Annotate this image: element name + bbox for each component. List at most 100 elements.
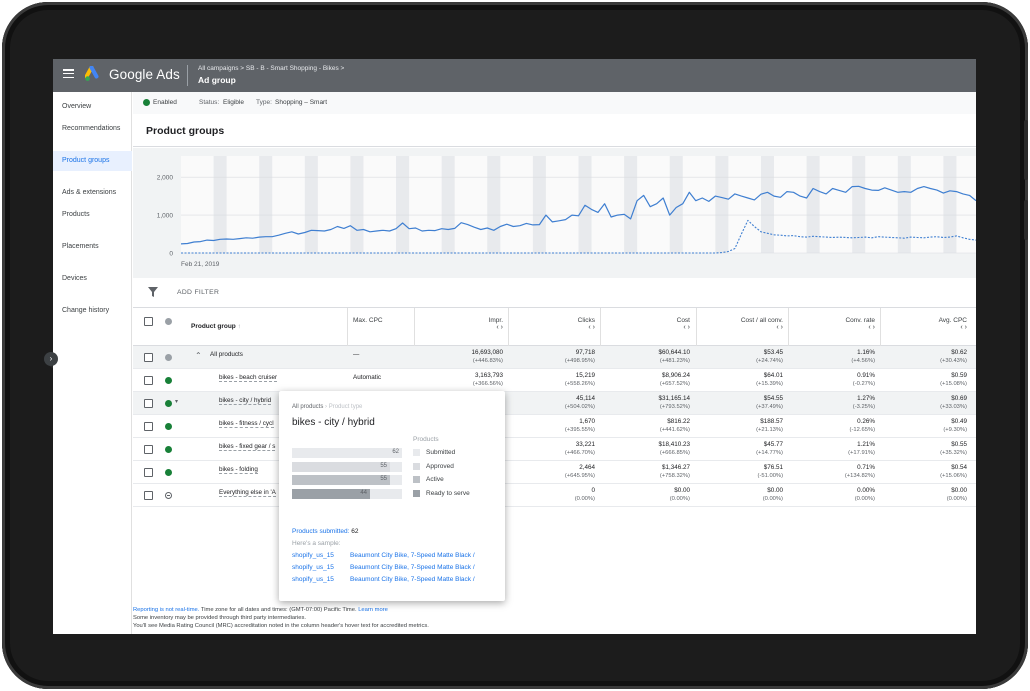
row-checkbox[interactable]: [144, 376, 153, 385]
column-product-group[interactable]: Product group ↑: [191, 323, 241, 330]
select-all-checkbox[interactable]: [144, 317, 153, 326]
row-name[interactable]: All products: [210, 351, 243, 358]
row-avgcpc: $0.59 (+15.08%): [940, 372, 967, 388]
column-clicks[interactable]: Clicks ‹ ›: [509, 317, 595, 331]
row-max-cpc[interactable]: —: [353, 351, 359, 358]
sample-product-title[interactable]: Beaumont City Bike, 7-Speed Matte Black …: [350, 576, 475, 583]
weekend-band: [806, 156, 820, 253]
row-name[interactable]: bikes - beach cruiser: [219, 374, 278, 382]
row-impr-value: 16,693,080: [471, 349, 503, 356]
status-state[interactable]: Enabled: [153, 99, 177, 106]
sidebar-item-ads-extensions[interactable]: Ads & extensions: [53, 183, 132, 203]
learn-more-link[interactable]: Learn more: [357, 607, 388, 613]
popup-breadcrumb-root[interactable]: All products: [292, 404, 323, 410]
sample-product-id[interactable]: shopify_us_15: [292, 576, 334, 583]
sidebar-item-change-history[interactable]: Change history: [53, 301, 132, 321]
sample-product-title[interactable]: Beaumont City Bike, 7-Speed Matte Black …: [350, 564, 475, 571]
excluded-bar: [167, 495, 170, 496]
table-row[interactable]: bikes - fixed gear / s 33,221 (+466.70%) $1…: [133, 438, 976, 461]
sidebar-item-recommendations[interactable]: Recommendations: [53, 119, 132, 139]
filter-icon[interactable]: [148, 287, 158, 297]
row-cost: $1,346.27 (+758.32%): [660, 464, 690, 480]
row-checkbox[interactable]: [144, 491, 153, 500]
row-cost-value: $31,165.14: [658, 395, 690, 402]
submitted-label[interactable]: Products submitted:: [292, 528, 349, 535]
table-row[interactable]: ▾ bikes - city / hybrid 45,114 (+504.02%) $3…: [133, 392, 976, 415]
row-clicks-value: 97,718: [575, 349, 595, 356]
row-status-icon[interactable]: [165, 400, 172, 407]
row-name[interactable]: bikes - fixed gear / s: [219, 443, 276, 451]
row-max-cpc[interactable]: Automatic: [353, 374, 381, 381]
row-cost-change: (+441.62%): [659, 427, 690, 433]
row-cpa-change: (-51.00%): [757, 473, 783, 479]
expand-sidebar-icon[interactable]: ›: [44, 352, 58, 366]
sample-product-row: shopify_us_15 Beaumont City Bike, 7-Speed…: [292, 564, 475, 571]
row-cost-change: (0.00%): [669, 496, 690, 502]
row-checkbox[interactable]: [144, 353, 153, 362]
sidebar-item-product-groups[interactable]: Product groups: [53, 151, 132, 171]
row-status-icon[interactable]: [165, 377, 172, 384]
row-status-icon[interactable]: [165, 446, 172, 453]
divider: [187, 65, 188, 86]
bar-value: 55: [380, 462, 387, 469]
column-cost-all-conv[interactable]: Cost / all conv. ‹ ›: [697, 317, 783, 331]
sort-arrow-icon: ↑: [237, 323, 241, 330]
table-row[interactable]: Everything else in 'A 0 (0.00%) $0.00 (0.00%…: [133, 484, 976, 507]
row-cost-change: (+666.85%): [659, 450, 690, 456]
sample-product-id[interactable]: shopify_us_15: [292, 552, 334, 559]
sidebar-item-products[interactable]: Products: [53, 205, 132, 225]
row-name[interactable]: bikes - city / hybrid: [219, 397, 272, 405]
row-cost: $31,165.14 (+793.52%): [658, 395, 690, 411]
row-cpa-value: $53.45: [763, 349, 783, 356]
table-row[interactable]: bikes - beach cruiser Automatic 3,163,793 (…: [133, 369, 976, 392]
breadcrumb[interactable]: All campaigns > SB - B - Smart Shopping …: [198, 65, 344, 72]
sidebar-item-devices[interactable]: Devices: [53, 269, 132, 289]
row-name[interactable]: bikes - fitness / cycl: [219, 420, 274, 428]
row-clicks-value: 2,464: [579, 464, 595, 471]
row-clicks-value: 0: [591, 487, 595, 494]
add-filter-button[interactable]: ADD FILTER: [177, 289, 219, 296]
row-cpa: $188.57 (+21.13%): [756, 418, 783, 434]
column-avg-cpc[interactable]: Avg. CPC ‹ ›: [881, 317, 967, 331]
row-clicks-change: (+395.55%): [564, 427, 595, 433]
row-avgcpc-value: $0.49: [951, 418, 967, 425]
column-conv-rate[interactable]: Conv. rate ‹ ›: [789, 317, 875, 331]
row-clicks-value: 1,670: [579, 418, 595, 425]
column-max-cpc[interactable]: Max. CPC: [353, 317, 383, 324]
row-rate-change: (-0.27%): [852, 381, 875, 387]
row-name[interactable]: Everything else in 'A: [219, 489, 276, 497]
column-cost[interactable]: Cost ‹ ›: [601, 317, 690, 331]
row-rate: 1.27% (-3.25%): [853, 395, 875, 411]
sidebar-item-placements[interactable]: Placements: [53, 237, 132, 257]
row-clicks-value: 15,219: [575, 372, 595, 379]
row-checkbox[interactable]: [144, 468, 153, 477]
row-avgcpc-change: (+15.08%): [940, 381, 967, 387]
realtime-notice-link[interactable]: Reporting is not real-time.: [133, 607, 199, 613]
status-dropdown-icon[interactable]: ▾: [175, 398, 178, 405]
row-checkbox[interactable]: [144, 445, 153, 454]
row-status-icon[interactable]: [165, 423, 172, 430]
table-row[interactable]: bikes - fitness / cycl 1,670 (+395.55%) $81…: [133, 415, 976, 438]
menu-icon[interactable]: [63, 69, 74, 79]
row-checkbox[interactable]: [144, 399, 153, 408]
collapse-chevron-icon[interactable]: ⌃: [195, 351, 202, 360]
sample-product-title[interactable]: Beaumont City Bike, 7-Speed Matte Black …: [350, 552, 475, 559]
row-name[interactable]: bikes - folding: [219, 466, 258, 474]
weekend-band: [213, 156, 227, 253]
column-conv-rate-label: Conv. rate: [845, 317, 875, 324]
column-avg-cpc-label: Avg. CPC: [938, 317, 967, 324]
row-avgcpc-change: (+35.32%): [940, 450, 967, 456]
sample-product-id[interactable]: shopify_us_15: [292, 564, 334, 571]
column-avg-cpc-sort-icon: ‹ ›: [960, 324, 967, 331]
row-status-icon[interactable]: [165, 469, 172, 476]
total-row[interactable]: ⌃ All products — 16,693,080 (+446.83%) 97,718…: [133, 346, 976, 369]
column-impr[interactable]: Impr. ‹ ›: [415, 317, 503, 331]
top-bar: Google Ads All campaigns > SB - B - Smar…: [53, 59, 976, 92]
footer-line-3: You'll see Media Rating Council (MRC) ac…: [133, 623, 429, 629]
row-avgcpc-change: (+33.03%): [940, 404, 967, 410]
row-status-icon[interactable]: [165, 354, 172, 361]
row-checkbox[interactable]: [144, 422, 153, 431]
table-row[interactable]: bikes - folding 2,464 (+645.95%) $1,346.27 (…: [133, 461, 976, 484]
x-start-label: Feb 21, 2019: [181, 261, 220, 268]
sidebar-item-overview[interactable]: Overview: [53, 97, 132, 117]
